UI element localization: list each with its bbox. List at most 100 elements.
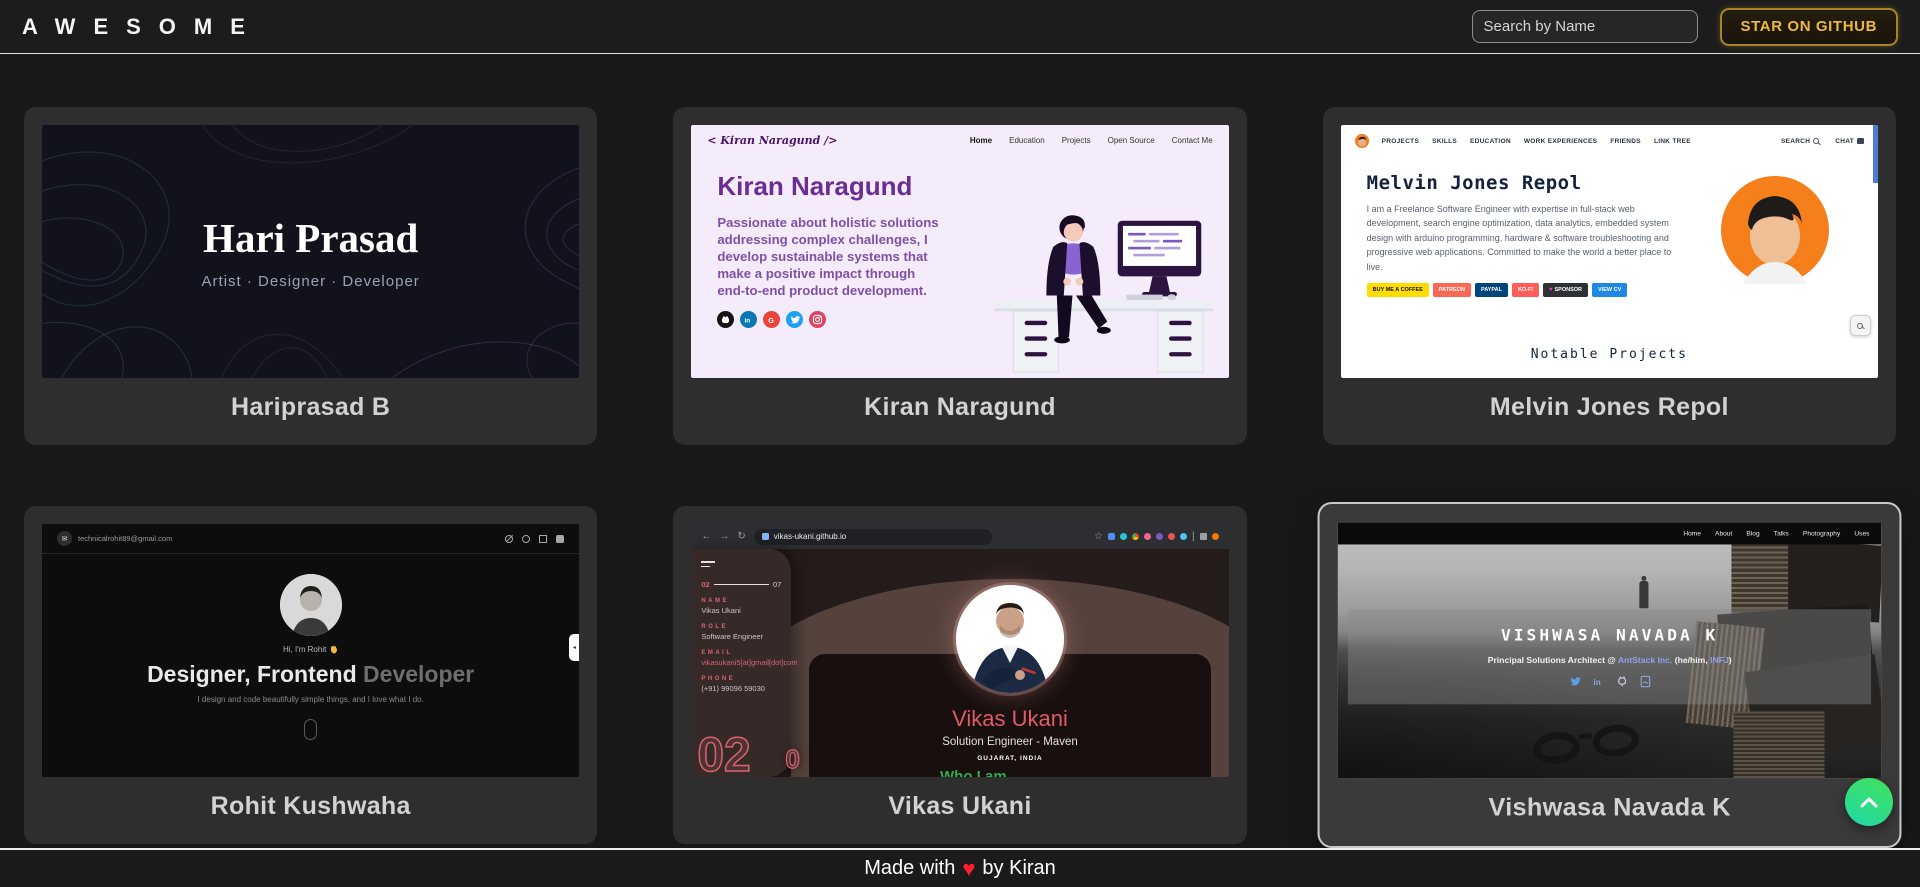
twitter-icon xyxy=(786,311,804,329)
nav-link: Uses xyxy=(1854,529,1870,537)
preview-subtitle: I design and code beautifully simple thi… xyxy=(197,695,424,704)
nav-link: Open Source xyxy=(1107,136,1155,145)
role-text: Principal Solutions Architect @ xyxy=(1487,654,1618,665)
search-input[interactable] xyxy=(1471,10,1698,43)
email-address: technicalrohit89@gmail.com xyxy=(78,534,173,543)
section-number-outline: 02 xyxy=(697,728,752,777)
paypal-badge: PAYPAL xyxy=(1474,282,1508,297)
portfolio-preview-hariprasad[interactable]: Hari Prasad Artist · Designer · Develope… xyxy=(42,125,580,378)
extension-icon xyxy=(1180,533,1188,540)
portfolio-card-hariprasad[interactable]: Hari Prasad Artist · Designer · Develope… xyxy=(24,107,598,445)
section-number-overlay: 0 xyxy=(785,743,801,774)
github-icon xyxy=(1617,676,1626,687)
portfolio-preview-rohit[interactable]: ✉ technicalrohit89@gmail.com Hi, I'm Roh… xyxy=(42,524,580,777)
preview-navbar: PROJECTS SKILLS EDUCATION WORK EXPERIENC… xyxy=(1341,125,1878,148)
social-icon xyxy=(539,534,548,543)
app-logo: AWESOME xyxy=(22,13,263,39)
browser-profile-avatar xyxy=(1211,533,1219,540)
extension-icon xyxy=(1144,533,1152,540)
scroll-mouse-icon xyxy=(304,719,318,740)
preview-navbar: Home About Blog Talks Photography Uses xyxy=(1337,522,1882,545)
standing-figure-silhouette xyxy=(1639,576,1649,609)
portfolio-preview-vishwasa[interactable]: Home About Blog Talks Photography Uses V… xyxy=(1337,522,1882,779)
personality-link: INFJ xyxy=(1709,654,1729,665)
role-text: (he/him, xyxy=(1671,654,1710,665)
sidebar: 02 07 NAME Vikas Ukani ROLE Software Eng… xyxy=(691,549,798,777)
profile-photo xyxy=(1682,172,1868,297)
heart-icon: ♥ xyxy=(1548,286,1553,293)
greeting-text: Hi, I'm Rohit xyxy=(283,645,327,654)
card-title: Vikas Ukani xyxy=(888,792,1032,820)
back-icon: ← xyxy=(701,530,712,542)
bookmark-star-icon: ☆ xyxy=(1094,530,1104,542)
patreon-badge: PATREON xyxy=(1432,282,1471,297)
preview-topbar: ✉ technicalrohit89@gmail.com xyxy=(42,524,580,554)
preview-display-name: Hari Prasad xyxy=(203,214,419,261)
wave-hand-icon xyxy=(331,645,338,654)
chat-label: CHAT xyxy=(1835,137,1854,145)
reload-icon: ↻ xyxy=(737,530,746,542)
chrome-icon xyxy=(1132,533,1140,540)
preview-heading: VISHWASA NAVADA K xyxy=(1500,625,1718,645)
search-icon xyxy=(1813,138,1820,144)
nav-link: Education xyxy=(1009,136,1045,145)
preview-heading: Melvin Jones Repol xyxy=(1366,172,1582,194)
section-teaser: Who I am xyxy=(940,768,1007,777)
svg-text:G: G xyxy=(769,316,775,325)
nav-link: SKILLS xyxy=(1432,137,1458,145)
nav-link: Projects xyxy=(1061,136,1091,145)
social-icon xyxy=(505,534,514,543)
field-label: NAME xyxy=(701,598,729,604)
field-value: Software Engineer xyxy=(701,632,764,641)
company-link: AntStack Inc. xyxy=(1617,654,1672,665)
portfolio-preview-vikas[interactable]: ← → ↻ vikas-ukani.github.io ☆ | Vikas Uk… xyxy=(691,524,1229,777)
magnifier-icon xyxy=(1857,322,1864,329)
book-stack xyxy=(1733,711,1825,779)
sponsor-badges-row: BUY ME A COFFEE PATREON PAYPAL KO-FI ♥ SP… xyxy=(1366,282,1683,297)
search-label: SEARCH xyxy=(1780,137,1811,145)
role-text: ) xyxy=(1728,654,1732,665)
app-header: AWESOME STAR ON GITHUB xyxy=(0,0,1920,54)
side-panel-handle: ◂ xyxy=(569,634,580,661)
social-icons-row xyxy=(505,534,565,543)
envelope-icon: ✉ xyxy=(57,531,72,546)
footer-text-before: Made with xyxy=(864,857,956,879)
portfolio-grid: Hari Prasad Artist · Designer · Develope… xyxy=(24,107,1900,847)
portfolio-preview-kiran[interactable]: < Kiran Naragund /> Home Education Proje… xyxy=(691,125,1229,378)
nav-link: Talks xyxy=(1773,529,1789,537)
url-text: vikas-ukani.github.io xyxy=(773,532,847,541)
portfolio-preview-melvin[interactable]: PROJECTS SKILLS EDUCATION WORK EXPERIENC… xyxy=(1340,125,1878,378)
nav-link: Home xyxy=(969,136,993,145)
preview-bio: Passionate about holistic solutions addr… xyxy=(717,215,939,298)
signature-logo: < Kiran Naragund /> xyxy=(707,134,838,147)
field-value: Vikas Ukani xyxy=(701,606,741,615)
star-on-github-button[interactable]: STAR ON GITHUB xyxy=(1719,7,1898,46)
field-label: EMAIL xyxy=(701,650,733,656)
role-strong: Designer, Frontend xyxy=(147,661,364,687)
card-title: Melvin Jones Repol xyxy=(1489,393,1729,421)
footer-text-after: by Kiran xyxy=(982,857,1056,879)
preview-heading: Kiran Naragund xyxy=(717,171,913,201)
portfolio-card-rohit[interactable]: ✉ technicalrohit89@gmail.com Hi, I'm Roh… xyxy=(24,506,598,844)
portfolio-card-vikas[interactable]: ← → ↻ vikas-ukani.github.io ☆ | Vikas Uk… xyxy=(673,506,1247,844)
scroll-to-top-button[interactable] xyxy=(1845,778,1893,826)
nav-link: Photography xyxy=(1802,529,1840,537)
field-value: vikasukani5[at]gmail[dot]com xyxy=(701,658,798,667)
linkedin-icon: in xyxy=(740,311,758,329)
heart-icon: ♥ xyxy=(962,855,976,881)
avatar xyxy=(1354,134,1369,148)
github-icon xyxy=(717,311,735,329)
hero-overlay-panel: VISHWASA NAVADA K Principal Solutions Ar… xyxy=(1347,609,1872,705)
portfolio-card-melvin[interactable]: PROJECTS SKILLS EDUCATION WORK EXPERIENC… xyxy=(1322,107,1896,445)
preview-bio: I am a Freelance Software Engineer with … xyxy=(1366,204,1672,272)
role-muted: Developer xyxy=(363,661,475,687)
nav-link: Blog xyxy=(1746,529,1760,537)
cv-document-icon xyxy=(1639,675,1650,687)
nav-link: LINK TREE xyxy=(1653,137,1691,145)
twitter-icon xyxy=(1569,676,1581,685)
extension-icon xyxy=(1120,533,1128,540)
portfolio-card-vishwasa[interactable]: Home About Blog Talks Photography Uses V… xyxy=(1319,503,1900,847)
total-sections: 07 xyxy=(772,580,782,589)
preview-nav-links: Home Education Projects Open Source Cont… xyxy=(970,136,1213,145)
portfolio-card-kiran[interactable]: < Kiran Naragund /> Home Education Proje… xyxy=(673,107,1247,445)
